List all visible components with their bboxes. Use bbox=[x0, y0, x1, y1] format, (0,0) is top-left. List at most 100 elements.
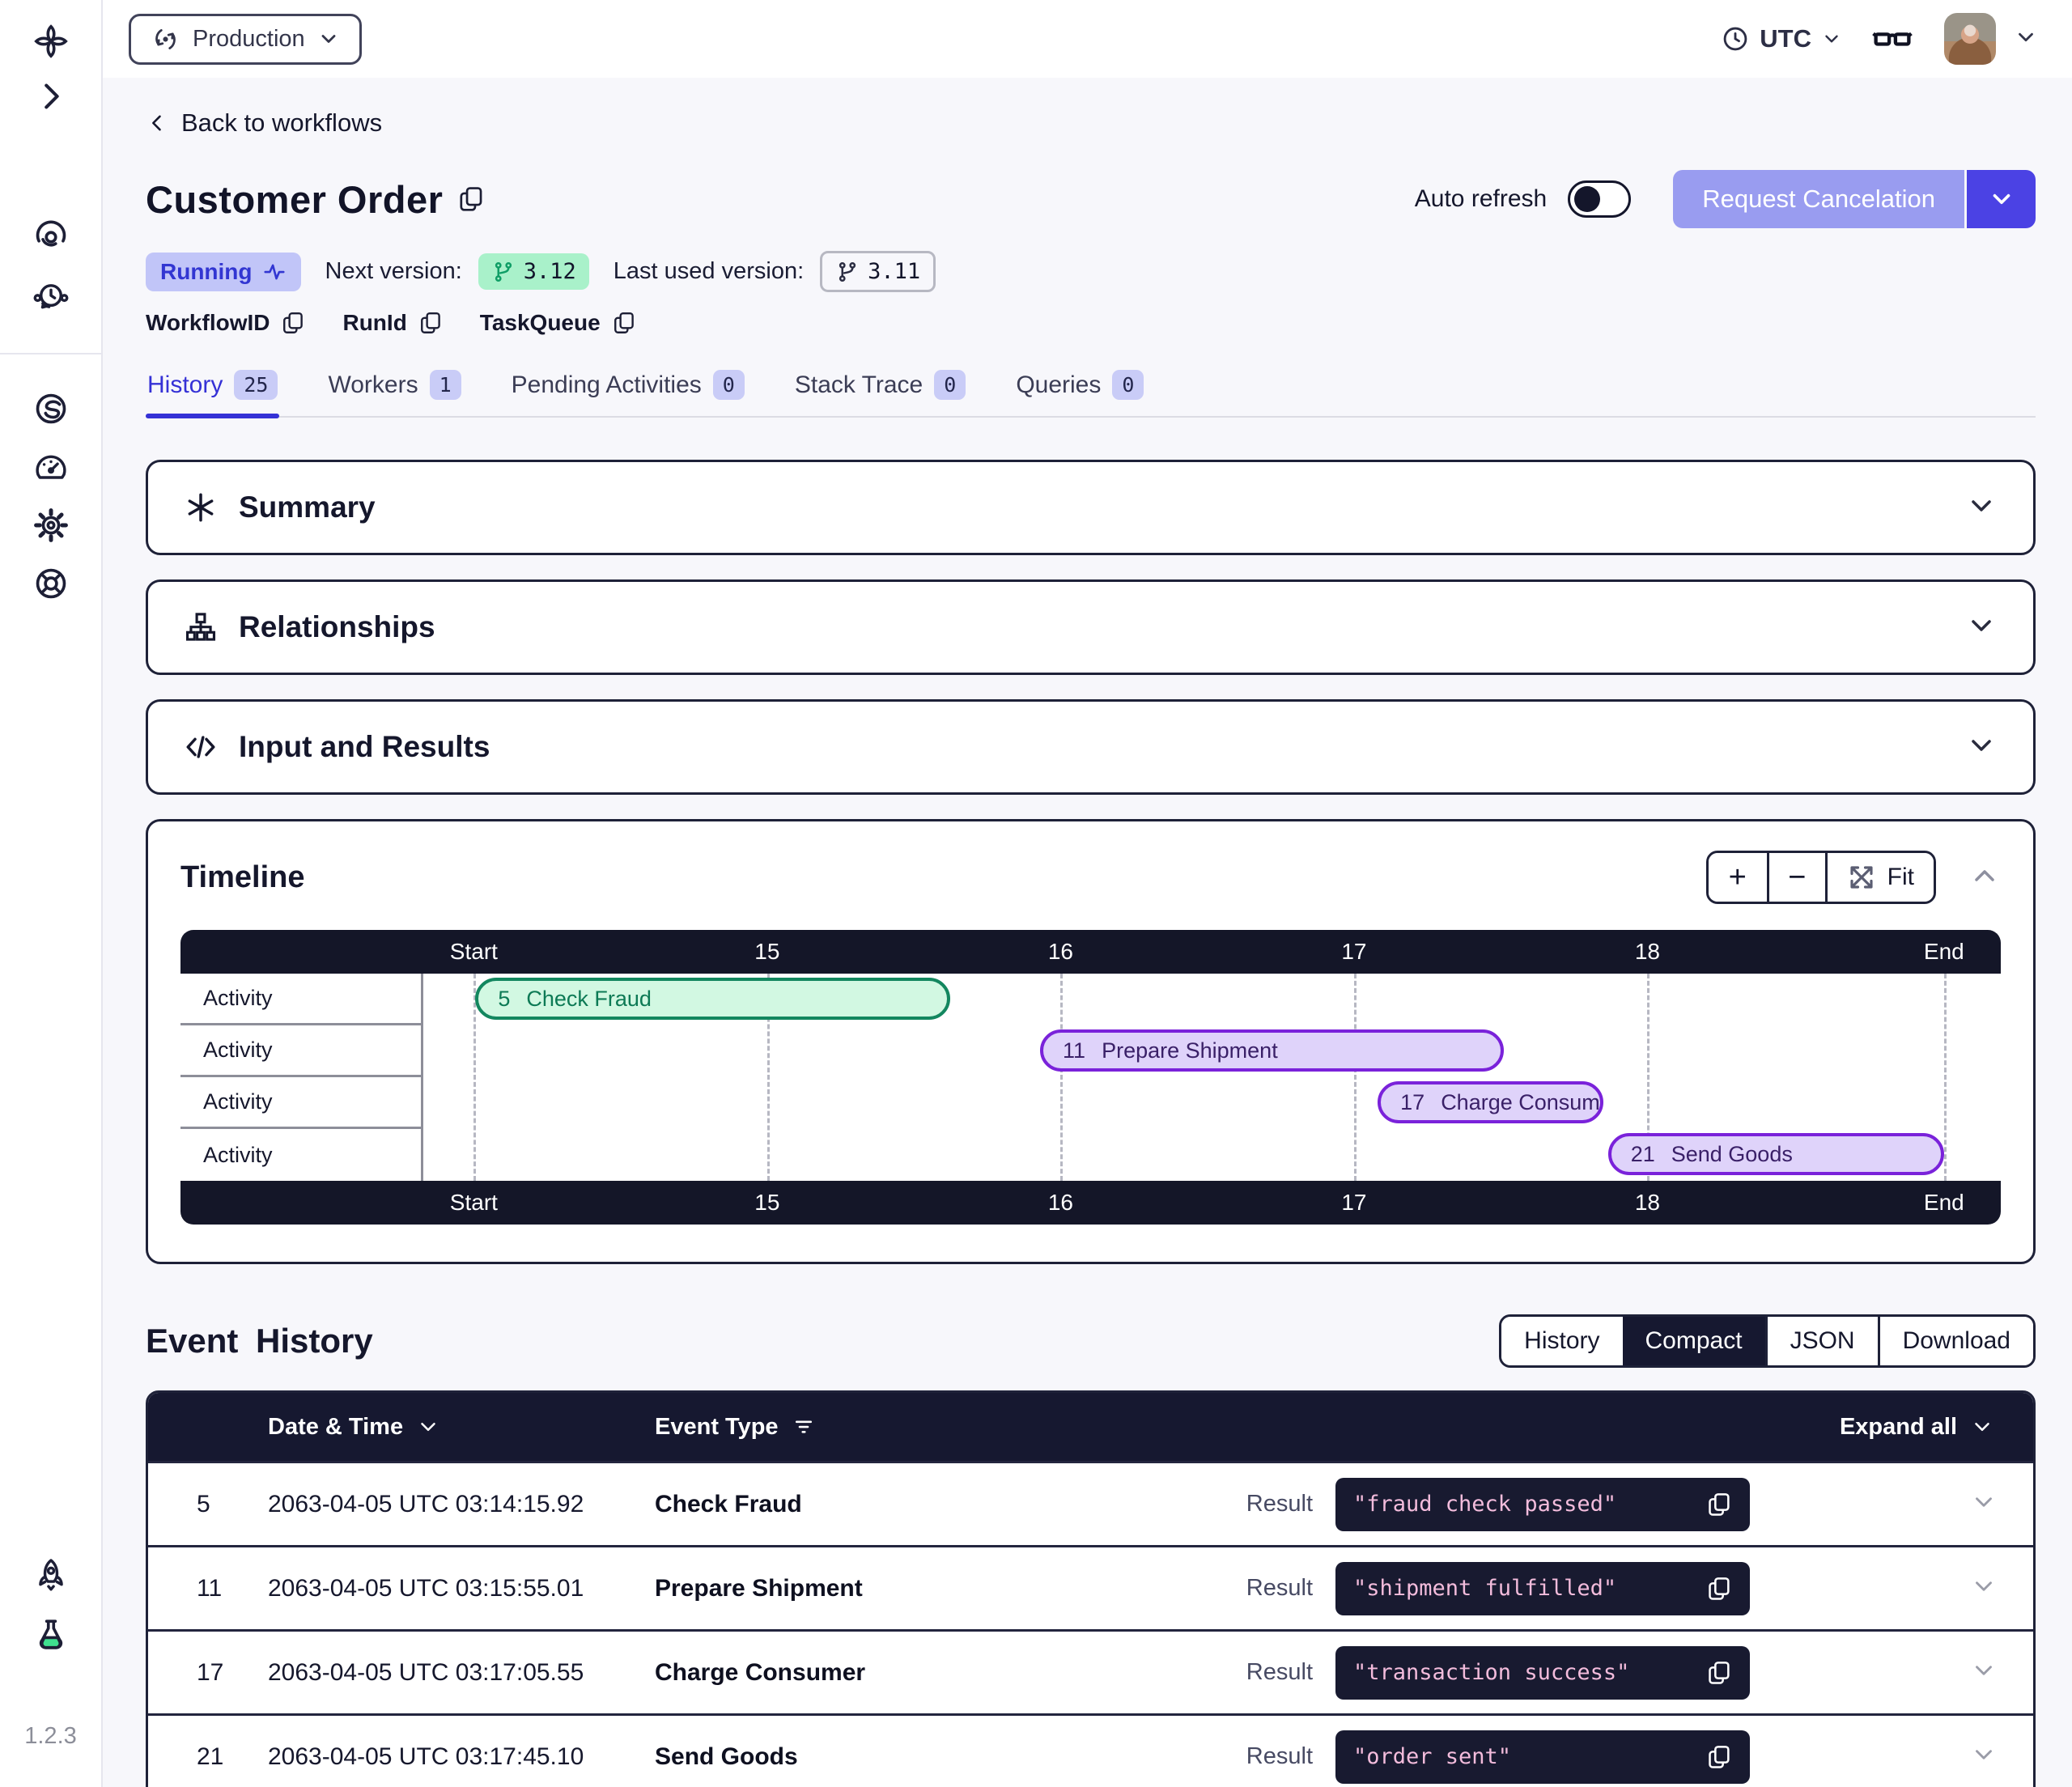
copy-title-icon[interactable] bbox=[457, 185, 485, 213]
asterisk-icon bbox=[184, 490, 218, 524]
timeline-row-label: Activity bbox=[180, 1077, 421, 1129]
column-event-type[interactable]: Event Type bbox=[655, 1414, 1216, 1441]
bar-label: Charge Consumer bbox=[1441, 1090, 1603, 1115]
bar-event-id: 21 bbox=[1631, 1142, 1655, 1167]
tab-queries[interactable]: Queries0 bbox=[1014, 365, 1145, 416]
workflow-ids-row: WorkflowIDRunIdTaskQueue bbox=[146, 310, 2036, 336]
timeline-title: Timeline bbox=[180, 860, 304, 895]
last-used-version-badge: 3.11 bbox=[820, 251, 936, 292]
detail-tabs: History25 Workers1 Pending Activities0 Stac… bbox=[146, 365, 2036, 418]
event-timestamp: 2063-04-05 UTC 03:17:05.55 bbox=[268, 1659, 655, 1687]
zoom-out-button[interactable]: − bbox=[1767, 853, 1825, 902]
column-datetime[interactable]: Date & Time bbox=[268, 1414, 655, 1441]
expand-all-button[interactable]: Expand all bbox=[1840, 1414, 2033, 1441]
chevron-down-icon[interactable] bbox=[1965, 490, 1998, 526]
support-lifering-icon[interactable] bbox=[32, 565, 70, 602]
topbar: Production UTC bbox=[103, 0, 2072, 78]
axis-tick-label: Start bbox=[450, 939, 498, 965]
whats-new-rocket-icon[interactable] bbox=[32, 1556, 70, 1594]
input-results-section[interactable]: Input and Results bbox=[146, 699, 2036, 795]
axis-tick-label: 17 bbox=[1341, 1190, 1366, 1216]
activity-bar-prepare-shipment[interactable]: 11Prepare Shipment bbox=[1040, 1029, 1504, 1072]
axis-tick-label: End bbox=[1924, 939, 1964, 965]
relationships-section[interactable]: Relationships bbox=[146, 579, 2036, 675]
result-value: "order sent" bbox=[1353, 1744, 1511, 1769]
timeline-axis-top: Start15161718End bbox=[423, 930, 2001, 974]
event-id: 5 bbox=[148, 1491, 268, 1518]
schedules-icon[interactable] bbox=[32, 278, 70, 316]
view-button-json[interactable]: JSON bbox=[1765, 1317, 1878, 1365]
next-version-badge: 3.12 bbox=[478, 253, 589, 290]
tab-label: Workers bbox=[328, 371, 418, 399]
copy-icon[interactable] bbox=[418, 311, 443, 335]
event-row-prepare-shipment[interactable]: 112063-04-05 UTC 03:15:55.01Prepare Ship… bbox=[148, 1545, 2033, 1629]
expand-row-chevron-icon[interactable] bbox=[1970, 1488, 2033, 1520]
expand-row-chevron-icon[interactable] bbox=[1970, 1657, 2033, 1688]
namespace-selector[interactable]: Production bbox=[129, 14, 362, 65]
expand-row-chevron-icon[interactable] bbox=[1970, 1741, 2033, 1772]
fit-button[interactable]: Fit bbox=[1825, 853, 1934, 902]
timeline-row-labels: ActivityActivityActivityActivity bbox=[180, 974, 423, 1181]
tab-stack-trace[interactable]: Stack Trace0 bbox=[793, 365, 967, 416]
copy-icon[interactable] bbox=[612, 311, 636, 335]
request-cancelation-label[interactable]: Request Cancelation bbox=[1673, 170, 1964, 228]
copy-icon[interactable] bbox=[1706, 1492, 1732, 1517]
bar-event-id: 5 bbox=[498, 987, 510, 1012]
axis-tick-label: Start bbox=[450, 1190, 498, 1216]
copy-icon[interactable] bbox=[281, 311, 305, 335]
event-history-view-switcher: HistoryCompactJSONDownload bbox=[1499, 1314, 2036, 1368]
tab-workers[interactable]: Workers1 bbox=[326, 365, 462, 416]
activity-bar-send-goods[interactable]: 21 Send Goods bbox=[1608, 1133, 1944, 1175]
view-button-compact[interactable]: Compact bbox=[1623, 1317, 1765, 1365]
account-menu-chevron-icon[interactable] bbox=[2014, 25, 2038, 53]
event-row-check-fraud[interactable]: 52063-04-05 UTC 03:14:15.92Check FraudRe… bbox=[148, 1461, 2033, 1545]
expand-row-chevron-icon[interactable] bbox=[1970, 1573, 2033, 1604]
event-history-table: Date & Time Event Type Expand all 52063-… bbox=[146, 1390, 2036, 1787]
copy-icon[interactable] bbox=[1706, 1576, 1732, 1602]
sidebar-expand-icon[interactable] bbox=[32, 78, 70, 115]
timeline-gantt: Start15161718End ActivityActivityActivit… bbox=[180, 930, 2001, 1225]
axis-tick-label: 18 bbox=[1635, 1190, 1660, 1216]
request-cancelation-menu[interactable] bbox=[1964, 170, 2036, 228]
activity-bar-charge-consumer[interactable]: 17Charge Consumer bbox=[1378, 1081, 1603, 1123]
next-version-value: 3.12 bbox=[524, 259, 576, 284]
user-avatar[interactable] bbox=[1944, 13, 1996, 65]
result-pill: "fraud check passed" bbox=[1335, 1478, 1750, 1531]
chevron-down-icon[interactable] bbox=[1965, 609, 1998, 646]
timezone-selector[interactable]: UTC bbox=[1721, 24, 1842, 53]
settings-gear-icon[interactable] bbox=[32, 507, 70, 544]
summary-section[interactable]: Summary bbox=[146, 460, 2036, 555]
view-button-download[interactable]: Download bbox=[1878, 1317, 2033, 1365]
labs-flask-icon[interactable] bbox=[32, 1616, 70, 1653]
usage-gauge-icon[interactable] bbox=[32, 448, 70, 486]
tab-count-badge: 0 bbox=[1112, 370, 1144, 400]
chevron-down-icon[interactable] bbox=[1965, 729, 1998, 766]
event-id: 17 bbox=[148, 1659, 268, 1687]
event-row-charge-consumer[interactable]: 172063-04-05 UTC 03:17:05.55Charge Consu… bbox=[148, 1629, 2033, 1713]
timeline-chart: 5Check Fraud 11Prepare Shipment 17Charge C… bbox=[423, 974, 2001, 1181]
collapse-timeline-icon[interactable] bbox=[1968, 860, 2001, 896]
request-cancelation-button[interactable]: Request Cancelation bbox=[1673, 170, 2036, 228]
namespace-switch-icon bbox=[151, 24, 180, 54]
activity-bar-check-fraud[interactable]: 5Check Fraud bbox=[475, 978, 950, 1020]
event-row-send-goods[interactable]: 212063-04-05 UTC 03:17:45.10Send GoodsRe… bbox=[148, 1713, 2033, 1787]
zoom-in-button[interactable]: + bbox=[1709, 853, 1767, 902]
nerd-glasses-icon[interactable] bbox=[1871, 18, 1913, 60]
tab-pending-activities[interactable]: Pending Activities0 bbox=[510, 365, 746, 416]
event-type-header-label: Event Type bbox=[655, 1414, 779, 1441]
view-button-history[interactable]: History bbox=[1501, 1317, 1622, 1365]
copy-icon[interactable] bbox=[1706, 1744, 1732, 1770]
bar-label: Send Goods bbox=[1671, 1142, 1793, 1167]
back-to-workflows-link[interactable]: Back to workflows bbox=[146, 108, 382, 138]
auto-refresh-toggle[interactable] bbox=[1568, 180, 1631, 218]
workflows-icon[interactable] bbox=[32, 219, 70, 256]
chevron-down-icon bbox=[1821, 28, 1842, 49]
copy-icon[interactable] bbox=[1706, 1660, 1732, 1686]
id-label: TaskQueue bbox=[480, 310, 601, 336]
timeline-row-label: Activity bbox=[180, 1025, 421, 1077]
result-pill: "order sent" bbox=[1335, 1730, 1750, 1784]
namespaces-icon[interactable] bbox=[32, 390, 70, 427]
timeline-axis-bottom: Start15161718End bbox=[423, 1181, 2001, 1225]
tab-history[interactable]: History25 bbox=[146, 365, 279, 416]
axis-tick-label: 15 bbox=[754, 939, 779, 965]
